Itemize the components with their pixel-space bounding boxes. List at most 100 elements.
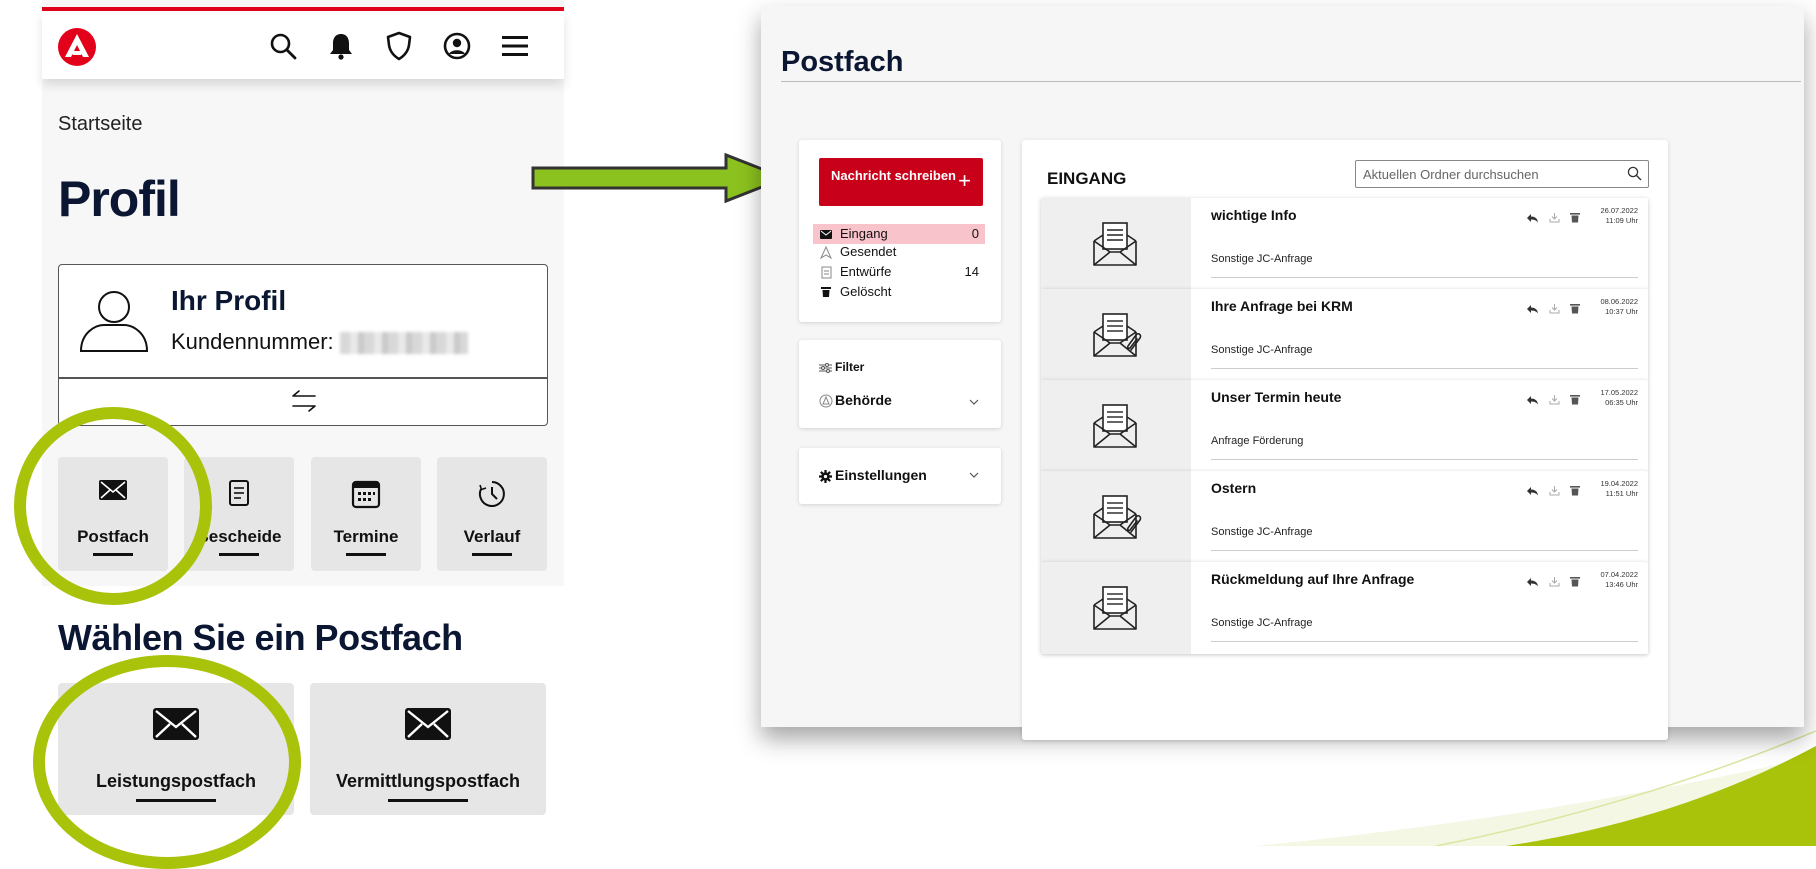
message-category: Sonstige JC-Anfrage (1211, 617, 1313, 629)
message-thumbnail (1041, 289, 1191, 381)
plus-icon: + (958, 168, 971, 193)
message-subject: Rückmeldung auf Ihre Anfrage (1211, 571, 1415, 587)
message-actions (1526, 303, 1580, 314)
download-icon[interactable] (1549, 303, 1560, 314)
trash-icon[interactable] (1570, 212, 1580, 223)
inbox-title: EINGANG (1047, 169, 1127, 188)
folder-gesendet[interactable]: Gesendet (813, 242, 985, 262)
download-icon[interactable] (1549, 394, 1560, 405)
chevron-down-icon[interactable] (969, 470, 979, 480)
message-category: Sonstige JC-Anfrage (1211, 253, 1313, 265)
mailbox-label: Vermittlungspostfach (335, 771, 521, 791)
message-actions (1526, 212, 1580, 223)
tile-underline (219, 553, 259, 556)
tile-termine[interactable]: Termine (311, 457, 421, 571)
menu-icon[interactable] (496, 29, 534, 63)
envelope-icon (405, 708, 451, 740)
document-icon (229, 480, 249, 506)
title-rule (781, 81, 1801, 82)
download-icon[interactable] (1549, 576, 1560, 587)
mobile-header (42, 11, 564, 79)
message-actions (1526, 576, 1580, 587)
reply-icon[interactable] (1526, 395, 1539, 405)
open-envelope-icon (1093, 586, 1137, 630)
customer-number-redacted (339, 332, 468, 355)
mailbox-vermittlungspostfach[interactable]: Vermittlungspostfach (310, 683, 546, 815)
message-time-value: 06:35 Uhr (1605, 398, 1638, 407)
user-circle-icon[interactable] (438, 29, 476, 63)
download-icon[interactable] (1549, 485, 1560, 496)
message-date-value: 17.05.2022 (1600, 388, 1638, 397)
envelope-icon (820, 229, 832, 239)
bell-icon[interactable] (322, 29, 360, 63)
customer-number-label: Kundennummer: (171, 329, 334, 354)
message-category: Anfrage Förderung (1211, 435, 1304, 447)
mailbox-section-title: Wählen Sie ein Postfach (58, 617, 463, 658)
folder-label: Entwürfe (840, 264, 892, 279)
sliders-icon (819, 362, 832, 373)
message-divider (1211, 550, 1638, 551)
profile-divider (59, 377, 547, 379)
filter-card: Filter Behörde (799, 340, 1001, 428)
search-input[interactable] (1361, 164, 1615, 184)
envelope-attachment-icon (1093, 495, 1142, 539)
settings-card: Einstellungen (799, 448, 1001, 504)
open-envelope-icon (1093, 222, 1137, 266)
send-icon (820, 245, 832, 259)
breadcrumb[interactable]: Startseite (58, 113, 142, 136)
logo-icon[interactable] (57, 27, 97, 67)
decorative-swoosh (1256, 730, 1816, 846)
compose-message-button[interactable]: Nachricht schreiben + (819, 158, 983, 206)
trash-icon[interactable] (1570, 576, 1580, 587)
folder-geloescht[interactable]: Gelöscht (813, 282, 985, 302)
reply-icon[interactable] (1526, 304, 1539, 314)
draft-icon (821, 266, 831, 278)
inbox-panel: EINGANG wichtige Info Sonstige JC-Anfrag… (1022, 140, 1668, 740)
message-thumbnail (1041, 380, 1191, 472)
folder-label: Eingang (840, 226, 888, 241)
settings-dropdown[interactable]: Einstellungen (819, 467, 927, 483)
reply-icon[interactable] (1526, 486, 1539, 496)
trash-icon[interactable] (1570, 394, 1580, 405)
chevron-down-icon[interactable] (969, 397, 979, 407)
message-card[interactable]: Rückmeldung auf Ihre Anfrage Sonstige JC… (1041, 562, 1648, 654)
message-card[interactable]: Ihre Anfrage bei KRM Sonstige JC-Anfrage… (1041, 289, 1648, 381)
settings-label: Einstellungen (835, 467, 927, 483)
search-icon[interactable] (264, 29, 302, 63)
message-card[interactable]: wichtige Info Sonstige JC-Anfrage 26.07.… (1041, 198, 1648, 290)
download-icon[interactable] (1549, 212, 1560, 223)
folder-label: Gelöscht (840, 284, 892, 299)
reply-icon[interactable] (1526, 577, 1539, 587)
authority-dropdown[interactable]: Behörde (819, 392, 892, 408)
message-card[interactable]: Unser Termin heute Anfrage Förderung 17.… (1041, 380, 1648, 472)
message-subject: Unser Termin heute (1211, 389, 1342, 405)
trash-icon[interactable] (1570, 303, 1580, 314)
mailbox-underline (388, 799, 468, 802)
highlight-ring-leistungspostfach (33, 655, 301, 869)
arrow-right-icon (531, 152, 790, 204)
profile-title: Ihr Profil (171, 285, 287, 316)
profile-card: Ihr Profil Kundennummer: (58, 264, 548, 426)
message-date: 19.04.2022 11:51 Uhr (1600, 479, 1638, 499)
shield-icon[interactable] (380, 29, 418, 63)
search-icon[interactable] (1627, 166, 1642, 181)
filter-label: Filter (835, 360, 865, 374)
folder-entwuerfe[interactable]: Entwürfe 14 (813, 262, 985, 282)
message-divider (1211, 368, 1638, 369)
message-card[interactable]: Ostern Sonstige JC-Anfrage 19.04.2022 11:… (1041, 471, 1648, 563)
trash-icon[interactable] (1570, 485, 1580, 496)
page-title: Profil (58, 171, 181, 227)
message-date: 26.07.2022 11:09 Uhr (1600, 206, 1638, 226)
message-divider (1211, 459, 1638, 460)
message-date-value: 08.06.2022 (1600, 297, 1638, 306)
filter-toggle[interactable]: Filter (819, 360, 864, 374)
folder-eingang[interactable]: Eingang 0 (813, 224, 985, 244)
message-category: Sonstige JC-Anfrage (1211, 344, 1313, 356)
tile-underline (346, 553, 386, 556)
folder-label: Gesendet (840, 244, 897, 259)
tile-verlauf[interactable]: Verlauf (437, 457, 547, 571)
swap-arrows-icon[interactable] (289, 387, 319, 415)
reply-icon[interactable] (1526, 213, 1539, 223)
header-icons (264, 29, 534, 63)
customer-number: Kundennummer: (171, 329, 468, 355)
